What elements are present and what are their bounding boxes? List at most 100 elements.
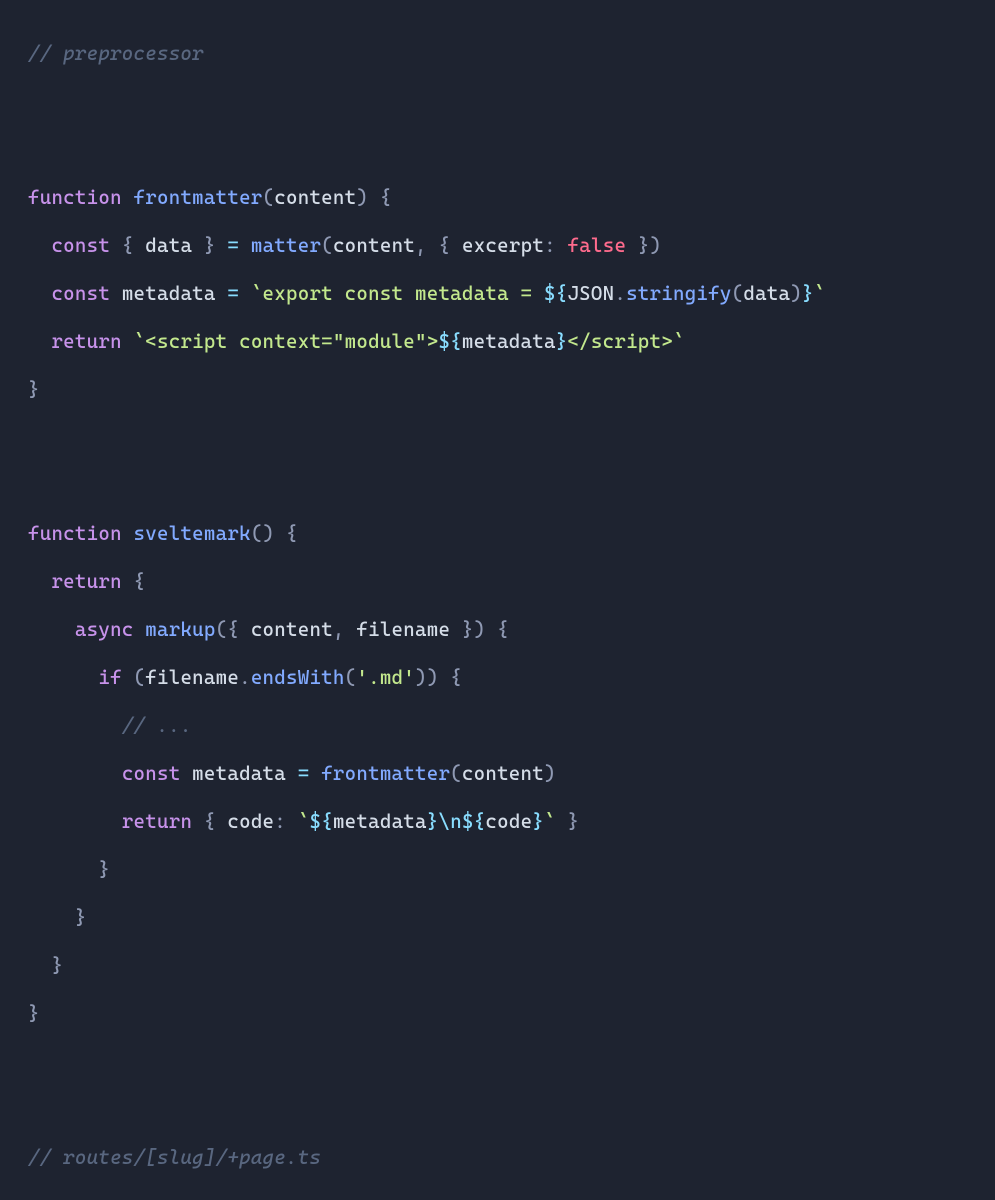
token-op: } [532,810,544,833]
token-pn: ) [474,618,486,641]
token-kw: const [122,762,181,785]
code-block: // preprocessor function frontmatter(con… [0,0,995,1200]
token-pl: content [333,234,415,257]
token-st: ` [134,330,146,353]
token-fn: stringify [626,282,732,305]
token-pl [556,234,568,257]
token-fn: frontmatter [134,186,263,209]
token-cm: // routes/[slug]/+page.ts [28,1146,321,1169]
token-kw: const [51,234,110,257]
token-pn: ) [427,666,439,689]
token-st: <script context="module"> [145,330,438,353]
token-bo: false [568,234,627,257]
token-pn: } [28,1002,40,1025]
token-pn: ) [415,666,427,689]
token-pl [427,234,439,257]
token-pl: content [462,762,544,785]
token-st: ` [544,810,556,833]
token-pn: : [544,234,556,257]
token-cm: // ... [122,714,192,737]
token-pl [28,330,51,353]
token-pn: ) [356,186,368,209]
token-pn: ( [134,666,146,689]
token-pn: , [333,618,345,641]
token-pl: content [274,186,356,209]
token-pn: () [251,522,274,545]
token-pn: } [638,234,650,257]
token-pl [110,234,122,257]
token-pn: ( [732,282,744,305]
token-st: </script> [567,330,673,353]
token-pl: code [485,810,532,833]
token-pl [122,330,134,353]
token-kw: function [28,522,122,545]
token-pl [450,234,462,257]
token-fn: frontmatter [321,762,450,785]
token-pl [309,762,321,785]
token-op: ${ [544,282,567,305]
token-pl: filename [145,666,239,689]
token-pl: metadata [462,330,556,353]
token-st: `export const metadata = [251,282,544,305]
token-pn: { [204,810,216,833]
token-pn: } [28,378,40,401]
token-pl: data [743,282,790,305]
token-op: = [227,282,239,305]
token-op: ${ [462,810,485,833]
token-pl [286,810,298,833]
token-pl: data [134,234,204,257]
token-pl [122,522,134,545]
token-pl [192,810,204,833]
token-op: } [802,282,814,305]
token-st: ` [814,282,826,305]
token-pn: } [75,906,87,929]
token-st: ` [673,330,685,353]
token-op: } [427,810,439,833]
token-pn: { [497,618,509,641]
token-pn: } [204,234,216,257]
token-pl: metadata [180,762,297,785]
token-pl [239,234,251,257]
token-es: \n [438,810,461,833]
token-pn: ( [321,234,333,257]
token-pl [28,618,75,641]
token-fn: markup [145,618,215,641]
token-pn: ( [345,666,357,689]
token-pn: { [380,186,392,209]
token-op: } [556,330,568,353]
token-pn: ) [650,234,662,257]
token-pr: code [227,810,274,833]
token-pn: } [98,858,110,881]
token-cm: // preprocessor [28,42,204,65]
token-pn: ( [450,762,462,785]
token-fn: sveltemark [134,522,251,545]
token-pn: , [415,234,427,257]
token-pl [28,714,122,737]
token-pl [274,522,286,545]
token-pl [28,570,51,593]
token-st: ` [298,810,310,833]
token-pl [122,186,134,209]
token-op: ${ [438,330,461,353]
token-pn: : [274,810,286,833]
token-kw: const [51,282,110,305]
token-kw: if [98,666,121,689]
token-pn: ) [544,762,556,785]
token-fn: endsWith [251,666,345,689]
token-pn: } [462,618,474,641]
token-op: = [298,762,310,785]
token-pl [28,906,75,929]
token-pn: { [286,522,298,545]
token-pn: ( [263,186,275,209]
token-pn: { [134,570,146,593]
token-op: = [227,234,239,257]
token-st: '.md' [356,666,415,689]
token-op: ${ [309,810,332,833]
token-pl [28,954,51,977]
token-pl [438,666,450,689]
token-kw: async [75,618,134,641]
token-pr: excerpt [462,234,544,257]
token-pl [28,666,98,689]
token-pl [122,666,134,689]
token-kw: function [28,186,122,209]
